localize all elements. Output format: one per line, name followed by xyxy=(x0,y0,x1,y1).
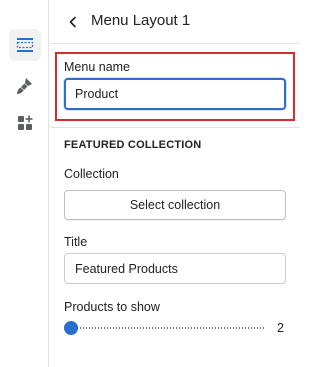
brush-icon[interactable] xyxy=(9,70,41,102)
menu-name-label: Menu name xyxy=(64,60,131,74)
back-button[interactable] xyxy=(63,12,83,32)
products-count: 2 xyxy=(277,321,284,335)
chevron-left-icon xyxy=(69,16,76,28)
sections-icon[interactable] xyxy=(9,29,41,61)
menu-name-input[interactable] xyxy=(64,78,286,110)
products-to-show-label: Products to show xyxy=(64,300,160,314)
products-slider[interactable] xyxy=(64,320,264,336)
apps-icon[interactable] xyxy=(9,107,41,139)
page-title: Menu Layout 1 xyxy=(91,12,191,29)
sidebar-rail xyxy=(0,0,49,367)
collection-label: Collection xyxy=(64,167,119,181)
divider xyxy=(50,127,300,128)
title-input[interactable] xyxy=(64,253,286,284)
title-label: Title xyxy=(64,235,88,249)
slider-thumb[interactable] xyxy=(64,321,78,335)
settings-panel: Menu Layout 1 Menu name FEATURED COLLECT… xyxy=(50,0,300,367)
panel-header: Menu Layout 1 xyxy=(50,0,300,44)
slider-track[interactable] xyxy=(68,327,264,329)
section-heading: FEATURED COLLECTION xyxy=(64,139,202,151)
select-collection-button[interactable]: Select collection xyxy=(64,190,286,220)
